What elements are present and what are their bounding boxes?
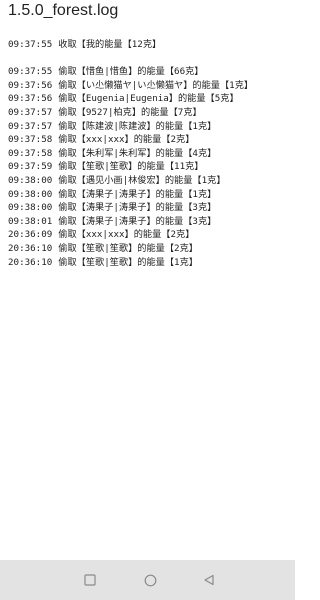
log-line: 09:38:00 偷取【遇见小画|林俊宏】的能量【1克】 <box>8 174 292 188</box>
log-text: 偷取【朱利军|朱利军】的能量【4克】 <box>58 147 217 159</box>
log-time: 09:37:56 <box>8 79 53 91</box>
back-button[interactable] <box>199 570 219 590</box>
log-time: 20:36:10 <box>8 242 53 254</box>
log-line: 09:37:56 偷取【い尐懒猫ヤ|い尐懒猫ヤ】的能量【1克】 <box>8 79 292 93</box>
log-line: 09:37:56 偷取【Eugenia|Eugenia】的能量【5克】 <box>8 92 292 106</box>
square-icon <box>84 574 96 586</box>
log-text: 偷取【9527|柏克】的能量【7克】 <box>58 106 202 118</box>
log-time: 09:37:58 <box>8 147 53 159</box>
log-viewer-screen: 1.5.0_forest.log 09:37:55 收取【我的能量【12克】 09… <box>0 0 295 600</box>
log-time: 09:38:01 <box>8 215 53 227</box>
log-text: 偷取【笙歌|笙歌】的能量【11克】 <box>58 161 204 173</box>
log-line: 09:37:55 收取【我的能量【12克】 <box>8 38 292 52</box>
log-line: 20:36:10 偷取【笙歌|笙歌】的能量【2克】 <box>8 242 292 256</box>
log-line: 09:37:55 偷取【惜鱼|惜鱼】的能量【66克】 <box>8 65 292 79</box>
log-line: 09:38:00 偷取【涛果子|涛果子】的能量【3克】 <box>8 201 292 215</box>
log-text: 偷取【笙歌|笙歌】的能量【2克】 <box>58 242 198 254</box>
log-time: 20:36:09 <box>8 229 53 241</box>
circle-icon <box>144 574 156 586</box>
log-line: 09:38:00 偷取【涛果子|涛果子】的能量【1克】 <box>8 188 292 202</box>
system-navigation-bar <box>0 560 295 600</box>
log-time: 09:38:00 <box>8 174 53 186</box>
log-text: 偷取【涛果子|涛果子】的能量【1克】 <box>58 188 217 200</box>
log-content[interactable]: 09:37:55 收取【我的能量【12克】 09:37:55 偷取【惜鱼|惜鱼】的能… <box>8 38 292 269</box>
log-text: 偷取【涛果子|涛果子】的能量【3克】 <box>58 215 217 227</box>
log-text: 偷取【Eugenia|Eugenia】的能量【5克】 <box>58 93 239 105</box>
log-time: 20:36:10 <box>8 256 53 268</box>
log-time: 09:37:55 <box>8 66 53 78</box>
log-time: 09:37:56 <box>8 93 53 105</box>
file-title: 1.5.0_forest.log <box>8 2 119 19</box>
log-text: 偷取【遇见小画|林俊宏】的能量【1克】 <box>58 174 226 186</box>
log-time: 09:37:57 <box>8 120 53 132</box>
log-line: 09:37:58 偷取【xxx|xxx】的能量【2克】 <box>8 133 292 147</box>
log-time: 09:38:00 <box>8 202 53 214</box>
home-button[interactable] <box>140 570 160 590</box>
log-line: 09:37:58 偷取【朱利军|朱利军】的能量【4克】 <box>8 147 292 161</box>
log-text: 偷取【xxx|xxx】的能量【2克】 <box>58 229 195 241</box>
triangle-back-icon <box>204 574 214 586</box>
log-line: 20:36:09 偷取【xxx|xxx】的能量【2克】 <box>8 228 292 242</box>
log-time: 09:37:59 <box>8 161 53 173</box>
log-time: 09:38:00 <box>8 188 53 200</box>
log-line: 09:38:01 偷取【涛果子|涛果子】的能量【3克】 <box>8 215 292 229</box>
log-time: 09:37:57 <box>8 106 53 118</box>
log-line: 09:37:59 偷取【笙歌|笙歌】的能量【11克】 <box>8 160 292 174</box>
log-time: 09:37:58 <box>8 134 53 146</box>
log-text: 偷取【惜鱼|惜鱼】的能量【66克】 <box>58 66 204 78</box>
log-text: 收取【我的能量【12克】 <box>58 39 162 50</box>
log-text: 偷取【い尐懒猫ヤ|い尐懒猫ヤ】的能量【1克】 <box>58 79 254 91</box>
log-text: 偷取【涛果子|涛果子】的能量【3克】 <box>58 202 217 214</box>
recents-button[interactable] <box>80 570 100 590</box>
log-text: 偷取【笙歌|笙歌】的能量【1克】 <box>58 256 198 268</box>
log-line: 09:37:57 偷取【9527|柏克】的能量【7克】 <box>8 106 292 120</box>
log-text: 偷取【xxx|xxx】的能量【2克】 <box>58 134 195 146</box>
log-line: 20:36:10 偷取【笙歌|笙歌】的能量【1克】 <box>8 256 292 270</box>
log-time: 09:37:55 <box>8 39 53 50</box>
log-text: 偷取【陈建波|陈建波】的能量【1克】 <box>58 120 217 132</box>
log-line: 09:37:57 偷取【陈建波|陈建波】的能量【1克】 <box>8 120 292 134</box>
